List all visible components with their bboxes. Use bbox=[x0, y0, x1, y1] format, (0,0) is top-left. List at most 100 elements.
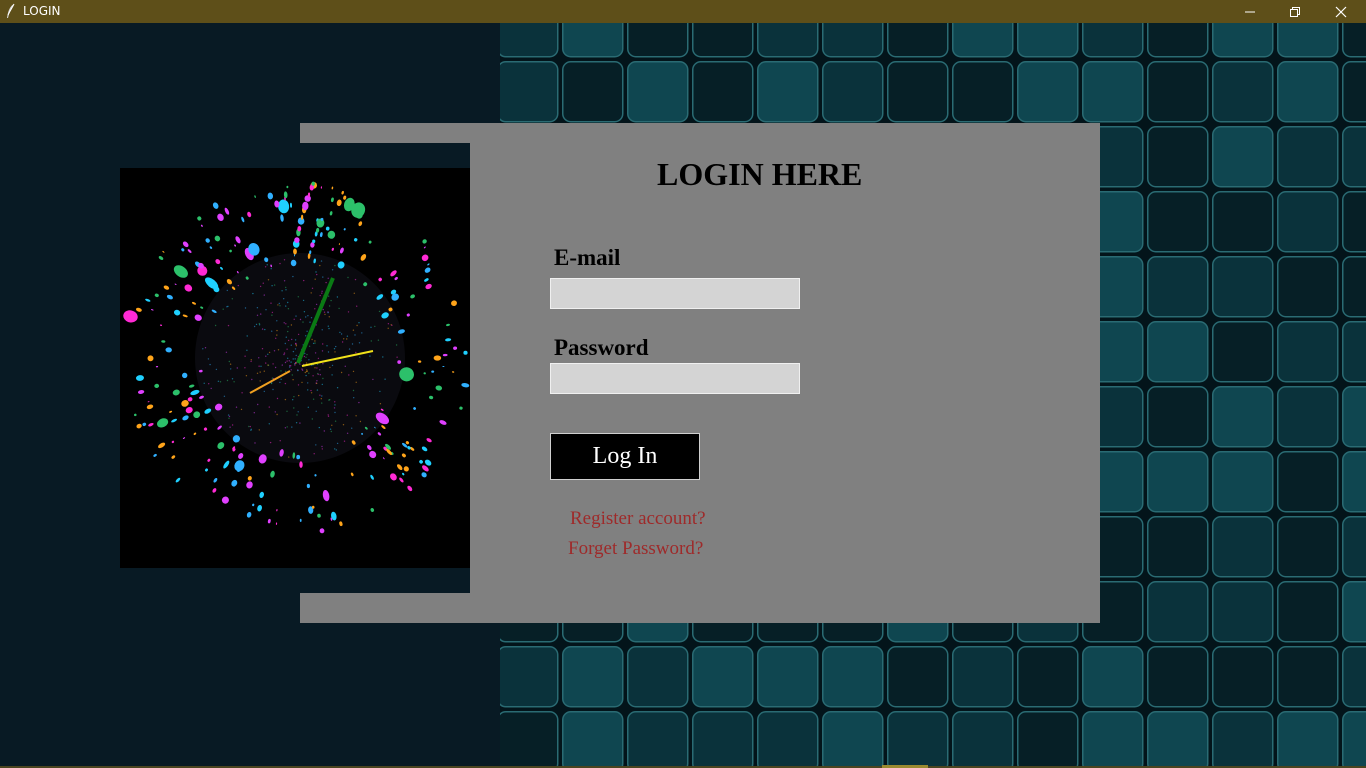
paint-drop bbox=[159, 324, 163, 326]
password-input[interactable] bbox=[550, 363, 800, 394]
email-input[interactable] bbox=[550, 278, 800, 309]
paint-speck bbox=[321, 292, 323, 294]
paint-drop bbox=[297, 225, 302, 232]
minimize-button[interactable] bbox=[1227, 0, 1273, 23]
paint-speck bbox=[295, 362, 297, 365]
paint-speck bbox=[316, 380, 318, 382]
paint-speck bbox=[276, 334, 278, 336]
paint-drop bbox=[339, 521, 343, 527]
paint-drop bbox=[136, 423, 142, 429]
paint-speck bbox=[304, 352, 306, 355]
paint-speck bbox=[352, 329, 355, 331]
background-tile bbox=[1147, 516, 1209, 578]
background-tile bbox=[1212, 451, 1274, 513]
paint-speck bbox=[284, 427, 287, 429]
paint-speck bbox=[292, 379, 294, 381]
background-tile bbox=[757, 23, 819, 58]
background-tile bbox=[692, 646, 754, 708]
paint-speck bbox=[270, 382, 273, 385]
paint-drop bbox=[401, 453, 406, 458]
register-link[interactable]: Register account? bbox=[570, 508, 706, 530]
paint-drop bbox=[193, 432, 197, 435]
background-tile bbox=[952, 711, 1014, 768]
background-tile bbox=[1342, 23, 1366, 58]
paint-speck bbox=[292, 350, 295, 353]
restore-button[interactable] bbox=[1272, 0, 1318, 23]
password-label: Password bbox=[554, 335, 649, 360]
paint-speck bbox=[328, 399, 330, 401]
paint-speck bbox=[355, 381, 357, 383]
paint-drop bbox=[241, 216, 245, 223]
background-tile bbox=[1277, 646, 1339, 708]
paint-drop bbox=[331, 247, 334, 251]
paint-drop bbox=[423, 372, 426, 375]
paint-speck bbox=[317, 357, 320, 360]
window-title: LOGIN bbox=[23, 4, 61, 18]
paint-speck bbox=[347, 311, 350, 313]
background-tile bbox=[562, 61, 624, 123]
paint-speck bbox=[296, 414, 298, 416]
paint-speck bbox=[277, 304, 279, 306]
paint-speck bbox=[268, 406, 270, 408]
paint-drop bbox=[276, 509, 278, 512]
paint-speck bbox=[225, 351, 228, 353]
paint-drop bbox=[171, 440, 175, 444]
paint-drop bbox=[278, 199, 290, 214]
paint-speck bbox=[328, 305, 331, 307]
paint-drop bbox=[304, 195, 311, 202]
paint-drop bbox=[330, 197, 334, 203]
paint-speck bbox=[228, 360, 230, 363]
paint-speck bbox=[370, 340, 372, 342]
paint-drop bbox=[215, 259, 221, 265]
paint-speck bbox=[334, 351, 336, 353]
background-tile bbox=[562, 646, 624, 708]
paint-speck bbox=[299, 318, 302, 321]
paint-speck bbox=[387, 327, 389, 329]
forgot-password-link[interactable]: Forget Password? bbox=[568, 538, 703, 560]
paint-speck bbox=[295, 354, 297, 357]
paint-speck bbox=[290, 324, 293, 326]
paint-speck bbox=[287, 326, 289, 328]
paint-speck bbox=[303, 279, 305, 282]
paint-speck bbox=[271, 330, 273, 332]
close-button[interactable] bbox=[1318, 0, 1364, 23]
paint-speck bbox=[268, 423, 270, 425]
paint-speck bbox=[297, 333, 300, 336]
paint-speck bbox=[387, 323, 390, 325]
background-tile bbox=[887, 61, 949, 123]
paint-speck bbox=[302, 321, 304, 323]
paint-drop bbox=[343, 228, 346, 231]
paint-speck bbox=[236, 367, 238, 369]
paint-speck bbox=[321, 445, 323, 448]
paint-drop bbox=[148, 422, 154, 427]
paint-drop bbox=[442, 365, 445, 368]
paint-drop bbox=[254, 195, 256, 198]
paint-speck bbox=[336, 442, 339, 445]
paint-speck bbox=[284, 361, 287, 364]
paint-speck bbox=[271, 314, 273, 316]
paint-speck bbox=[248, 425, 250, 428]
paint-speck bbox=[226, 379, 229, 382]
paint-speck bbox=[306, 330, 308, 332]
paint-speck bbox=[377, 339, 380, 341]
background-tile bbox=[1017, 23, 1079, 58]
paint-speck bbox=[272, 388, 274, 391]
paint-drop bbox=[461, 383, 470, 388]
paint-speck bbox=[297, 384, 300, 386]
login-button[interactable]: Log In bbox=[550, 433, 700, 480]
background-tile bbox=[952, 61, 1014, 123]
paint-drop bbox=[369, 450, 377, 459]
paint-drop bbox=[171, 418, 178, 423]
paint-drop bbox=[182, 241, 189, 248]
paint-speck bbox=[358, 401, 360, 404]
background-tile bbox=[562, 711, 624, 768]
paint-speck bbox=[283, 259, 286, 261]
paint-speck bbox=[316, 273, 318, 276]
paint-speck bbox=[273, 350, 276, 352]
paint-speck bbox=[354, 278, 357, 281]
paint-drop bbox=[322, 489, 330, 502]
paint-speck bbox=[322, 363, 324, 365]
paint-speck bbox=[252, 292, 254, 295]
paint-speck bbox=[209, 363, 211, 366]
paint-speck bbox=[319, 374, 321, 376]
